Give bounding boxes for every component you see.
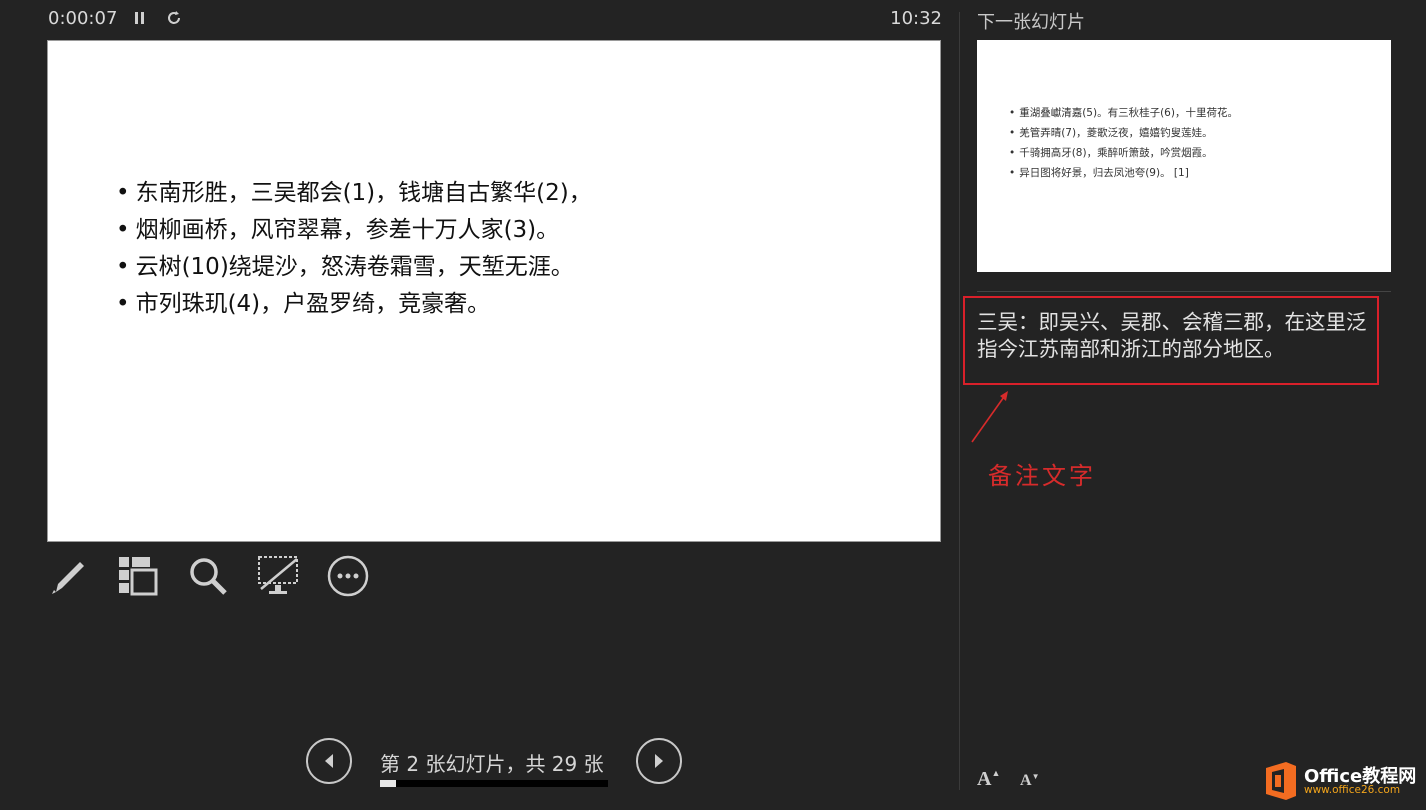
more-icon	[327, 555, 369, 597]
increase-font-label: A	[977, 768, 992, 790]
slide-bullet: 市列珠玑(4)，户盈罗绮，竞豪奢。	[116, 286, 592, 323]
next-slide-preview[interactable]: 重湖叠巘清嘉(5)。有三秋桂子(6)，十里荷花。 羌管弄晴(7)，菱歌泛夜，嬉嬉…	[977, 40, 1391, 272]
screen-off-icon	[258, 556, 298, 594]
caret-up-icon: ▲	[991, 768, 1001, 778]
next-slide-button[interactable]	[636, 738, 682, 784]
notes-divider	[977, 291, 1391, 292]
pen-tool-button[interactable]	[46, 553, 90, 599]
pause-icon	[135, 12, 144, 24]
more-options-button[interactable]	[326, 553, 370, 599]
caret-down-icon: ▼	[1031, 772, 1040, 781]
pause-button[interactable]	[129, 6, 151, 30]
watermark-logo: Office教程网 www.office26.com	[1262, 760, 1422, 804]
see-all-slides-button[interactable]	[116, 553, 160, 599]
decrease-font-button[interactable]: A▼	[1020, 772, 1039, 790]
clock: 10:32	[890, 8, 942, 29]
annotation-arrow-icon	[971, 391, 1008, 443]
current-slide[interactable]: 东南形胜，三吴都会(1)，钱塘自古繁华(2)， 烟柳画桥，风帘翠幕，参差十万人家…	[47, 40, 941, 542]
next-slide-title: 下一张幻灯片	[977, 12, 1085, 33]
increase-font-button[interactable]: A▲	[977, 768, 1000, 791]
pen-icon	[52, 562, 84, 594]
slide-counter: 第 2 张幻灯片，共 29 张	[380, 752, 604, 776]
annotation-label: 备注文字	[988, 462, 1096, 490]
next-slide-bullet: 千骑拥高牙(8)，乘醉听箫鼓，吟赏烟霞。	[1009, 143, 1238, 163]
chevron-right-icon	[655, 754, 663, 768]
office-logo-icon	[1266, 762, 1296, 800]
progress-fill	[380, 780, 396, 787]
slide-bullet: 东南形胜，三吴都会(1)，钱塘自古繁华(2)，	[116, 175, 592, 212]
next-slide-bullet: 重湖叠巘清嘉(5)。有三秋桂子(6)，十里荷花。	[1009, 103, 1238, 123]
speaker-notes[interactable]: 三吴：即吴兴、吴郡、会稽三郡，在这里泛指今江苏南部和浙江的部分地区。	[977, 309, 1379, 363]
slide-bullet: 烟柳画桥，风帘翠幕，参差十万人家(3)。	[116, 212, 592, 249]
restart-icon	[168, 11, 180, 24]
black-screen-button[interactable]	[256, 553, 300, 599]
watermark-url: www.office26.com	[1304, 784, 1401, 796]
chevron-left-icon	[325, 754, 333, 768]
slide-bullet: 云树(10)绕堤沙，怒涛卷霜雪，天堑无涯。	[116, 249, 592, 286]
next-slide-bullets: 重湖叠巘清嘉(5)。有三秋桂子(6)，十里荷花。 羌管弄晴(7)，菱歌泛夜，嬉嬉…	[1009, 103, 1238, 183]
elapsed-timer: 0:00:07	[48, 8, 118, 29]
zoom-button[interactable]	[186, 553, 230, 599]
previous-slide-button[interactable]	[306, 738, 352, 784]
next-slide-bullet: 羌管弄晴(7)，菱歌泛夜，嬉嬉钓叟莲娃。	[1009, 123, 1238, 143]
pane-divider	[959, 12, 960, 790]
restart-timer-button[interactable]	[163, 6, 185, 30]
decrease-font-label: A	[1020, 772, 1032, 789]
current-slide-bullets: 东南形胜，三吴都会(1)，钱塘自古繁华(2)， 烟柳画桥，风帘翠幕，参差十万人家…	[116, 175, 592, 323]
slides-grid-icon	[119, 557, 158, 596]
next-slide-bullet: 异日图将好景，归去凤池夸(9)。 [1]	[1009, 163, 1238, 183]
slide-progress-bar	[380, 780, 608, 787]
magnifier-icon	[190, 558, 227, 595]
